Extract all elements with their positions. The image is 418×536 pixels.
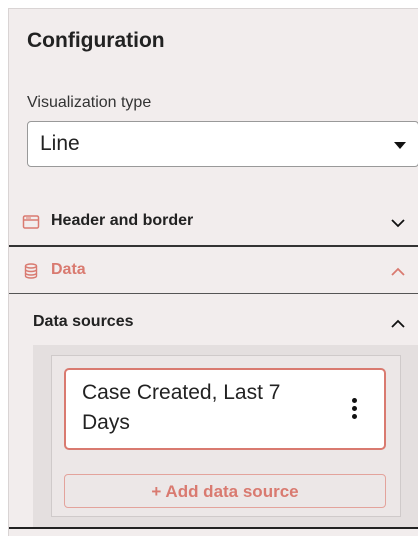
section-header-and-border[interactable]: Header and border — [9, 200, 418, 244]
subsection-label-data-sources: Data sources — [33, 313, 134, 330]
data-source-card[interactable]: Case Created, Last 7 Days — [64, 368, 386, 450]
divider — [9, 245, 418, 247]
visualization-type-label: Visualization type — [27, 94, 152, 111]
chevron-up-icon — [391, 319, 405, 328]
divider — [9, 293, 418, 294]
visualization-type-value: Line — [40, 132, 80, 155]
panel-title: Configuration — [27, 29, 165, 52]
data-sources-list: Case Created, Last 7 Days + Add data sou… — [51, 355, 401, 517]
chevron-down-icon — [391, 219, 405, 228]
caret-down-icon — [394, 142, 406, 149]
more-options-icon[interactable] — [352, 398, 358, 420]
chevron-up-icon — [391, 267, 405, 276]
configuration-panel: Configuration Visualization type Line He… — [8, 8, 418, 536]
subsection-data-sources[interactable]: Data sources — [9, 301, 418, 345]
section-label-header-and-border: Header and border — [51, 212, 194, 229]
window-header-icon — [22, 215, 40, 229]
data-sources-area: Case Created, Last 7 Days + Add data sou… — [33, 345, 418, 527]
section-label-data: Data — [51, 261, 86, 278]
visualization-type-select[interactable]: Line — [27, 121, 418, 167]
divider — [9, 527, 418, 529]
database-icon — [24, 263, 38, 279]
data-source-name: Case Created, Last 7 Days — [82, 381, 281, 434]
section-data[interactable]: Data — [9, 249, 418, 293]
add-data-source-button[interactable]: + Add data source — [64, 474, 386, 508]
